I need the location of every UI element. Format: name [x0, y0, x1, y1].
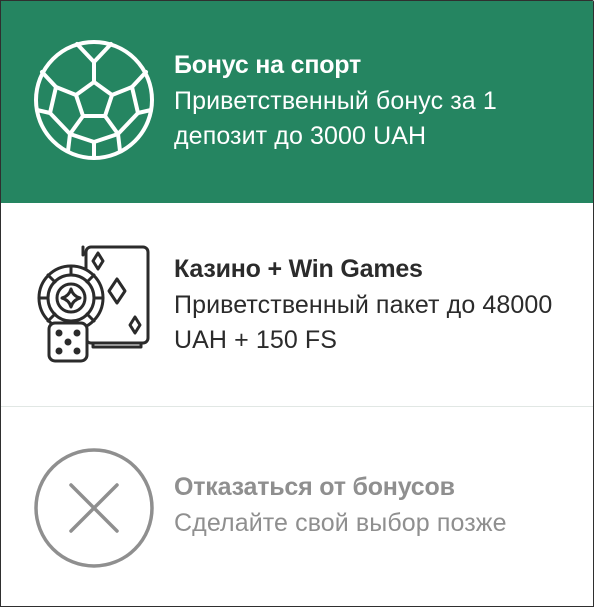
option-sport-bonus[interactable]: Бонус на спорт Приветственный бонус за 1…: [1, 1, 593, 203]
option-title: Казино + Win Games: [174, 255, 423, 283]
bonus-selection-panel: Бонус на спорт Приветственный бонус за 1…: [0, 0, 594, 607]
option-title: Бонус на спорт: [174, 51, 362, 79]
option-decline-bonus[interactable]: Отказаться от бонусов Сделайте свой выбо…: [1, 407, 593, 606]
option-description: Приветственный бонус за 1 депозит до 300…: [174, 87, 497, 150]
soccer-ball-icon: [31, 37, 157, 163]
option-casino-text: Казино + Win Games Приветственный пакет …: [174, 253, 573, 358]
option-title: Отказаться от бонусов: [174, 473, 455, 501]
option-casino-bonus[interactable]: Казино + Win Games Приветственный пакет …: [1, 203, 593, 407]
close-circle-icon: [31, 445, 157, 571]
casino-chips-cards-dice-icon: [31, 241, 157, 367]
option-decline-text: Отказаться от бонусов Сделайте свой выбо…: [174, 471, 573, 541]
option-description: Приветственный пакет до 48000 UAH + 150 …: [174, 291, 553, 354]
option-description: Сделайте свой выбор позже: [174, 509, 507, 537]
option-sport-text: Бонус на спорт Приветственный бонус за 1…: [174, 49, 573, 154]
